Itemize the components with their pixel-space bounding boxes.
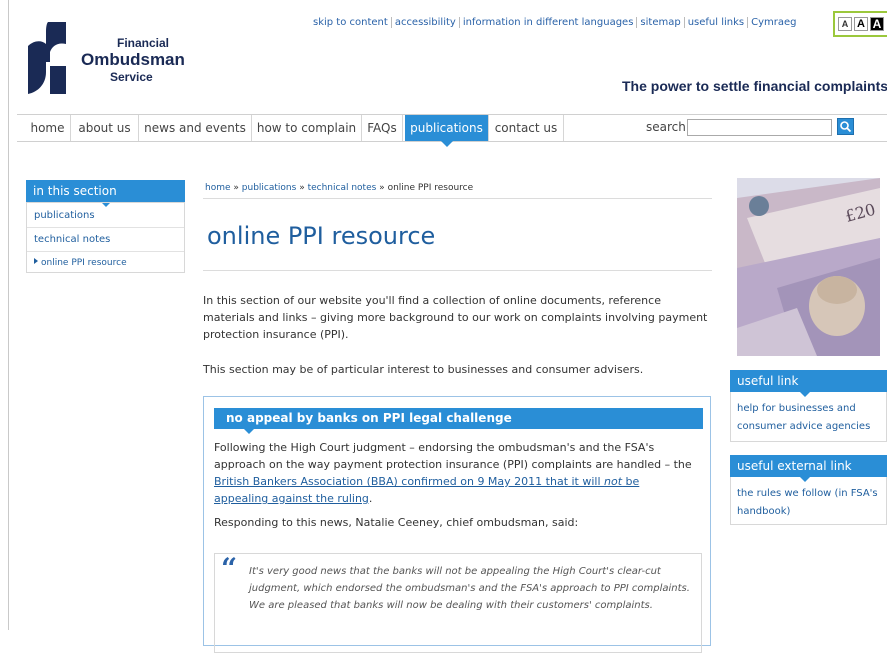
sidebar-item-technical-notes[interactable]: technical notes — [34, 234, 110, 245]
search-button[interactable] — [837, 118, 854, 135]
page-title: online PPI resource — [207, 222, 436, 250]
search-input[interactable] — [687, 119, 832, 136]
breadcrumb-separator: » — [379, 183, 385, 193]
nav-home[interactable]: home — [25, 115, 71, 141]
bba-statement-link[interactable]: British Bankers Association (BBA) confir… — [214, 475, 639, 505]
useful-external-link-box: the rules we follow (in FSA's handbook) — [730, 477, 887, 525]
link-text: British Bankers Association (BBA) confir… — [214, 475, 605, 488]
sidebar-item-label: online PPI resource — [41, 258, 127, 268]
news-heading: no appeal by banks on PPI legal challeng… — [214, 408, 703, 434]
breadcrumb: home » publications » technical notes » … — [205, 183, 473, 193]
businesses-advice-link[interactable]: help for businesses and consumer advice … — [737, 400, 883, 436]
text-size-controls: A A A — [833, 11, 887, 37]
languages-link[interactable]: information in different languages — [458, 17, 637, 28]
text-size-medium-button[interactable]: A — [854, 17, 868, 31]
news-paragraph-2: Responding to this news, Natalie Ceeney,… — [214, 516, 579, 529]
cymraeg-link[interactable]: Cymraeg — [747, 17, 800, 28]
quote-mark-icon: “ — [221, 552, 238, 585]
magnifier-icon — [840, 121, 852, 133]
intro-paragraph: In this section of our website you'll fi… — [203, 294, 708, 341]
useful-external-link-heading: useful external link — [730, 455, 887, 482]
arrow-right-icon — [34, 258, 38, 264]
nav-faqs[interactable]: FAQs — [362, 115, 403, 141]
useful-link-heading: useful link — [730, 370, 887, 397]
sitemap-link[interactable]: sitemap — [636, 17, 684, 28]
nav-contact-us[interactable]: contact us — [489, 115, 564, 141]
useful-links-link[interactable]: useful links — [683, 17, 748, 28]
nav-publications[interactable]: publications — [405, 115, 489, 147]
nav-about-us[interactable]: about us — [71, 115, 139, 141]
news-paragraph: Following the High Court judgment – endo… — [214, 439, 694, 507]
sidebar-item-publications[interactable]: publications — [34, 210, 95, 221]
news-panel: no appeal by banks on PPI legal challeng… — [203, 396, 711, 653]
text-size-large-button[interactable]: A — [870, 17, 884, 31]
sidebar-heading: in this section — [26, 180, 185, 207]
skip-to-content-link[interactable]: skip to content — [310, 17, 391, 28]
useful-link-box: help for businesses and consumer advice … — [730, 392, 887, 442]
breadcrumb-separator: » — [299, 183, 305, 193]
fos-logo-icon[interactable] — [28, 22, 66, 94]
quote-text: It's very good news that the banks will … — [249, 566, 690, 611]
breadcrumb-technical-notes[interactable]: technical notes — [308, 183, 377, 193]
logo-line-financial: Financial — [117, 36, 170, 50]
breadcrumb-publications[interactable]: publications — [242, 183, 297, 193]
nav-news-and-events[interactable]: news and events — [139, 115, 252, 141]
banknotes-image: £20 — [737, 178, 880, 356]
accessibility-link[interactable]: accessibility — [390, 17, 459, 28]
news-text: Following the High Court judgment – endo… — [214, 441, 692, 471]
logo-line-ombudsman: Ombudsman — [81, 50, 185, 69]
search-label: search — [646, 120, 686, 134]
breadcrumb-home[interactable]: home — [205, 183, 231, 193]
sidebar-item-online-ppi-resource[interactable]: online PPI resource — [34, 258, 127, 268]
text-size-small-button[interactable]: A — [838, 17, 852, 31]
breadcrumb-separator: » — [233, 183, 239, 193]
sidebar-menu: publications technical notes online PPI … — [26, 202, 185, 273]
divider — [203, 198, 712, 199]
utility-links: skip to content accessibility information … — [310, 17, 800, 28]
link-emphasis: not — [604, 475, 623, 488]
tagline: The power to settle financial complaints… — [622, 78, 887, 94]
fsa-handbook-link[interactable]: the rules we follow (in FSA's handbook) — [737, 485, 883, 521]
quote-block: “ It's very good news that the banks wil… — [214, 552, 702, 653]
sidebar-divider — [27, 251, 184, 252]
breadcrumb-current: online PPI resource — [387, 183, 474, 193]
nav-how-to-complain[interactable]: how to complain — [252, 115, 362, 141]
news-text: . — [368, 492, 373, 505]
sidebar-divider — [27, 227, 184, 228]
intro-paragraph-2: This section may be of particular intere… — [203, 363, 644, 376]
divider — [203, 270, 712, 271]
logo-line-service: Service — [110, 70, 153, 84]
